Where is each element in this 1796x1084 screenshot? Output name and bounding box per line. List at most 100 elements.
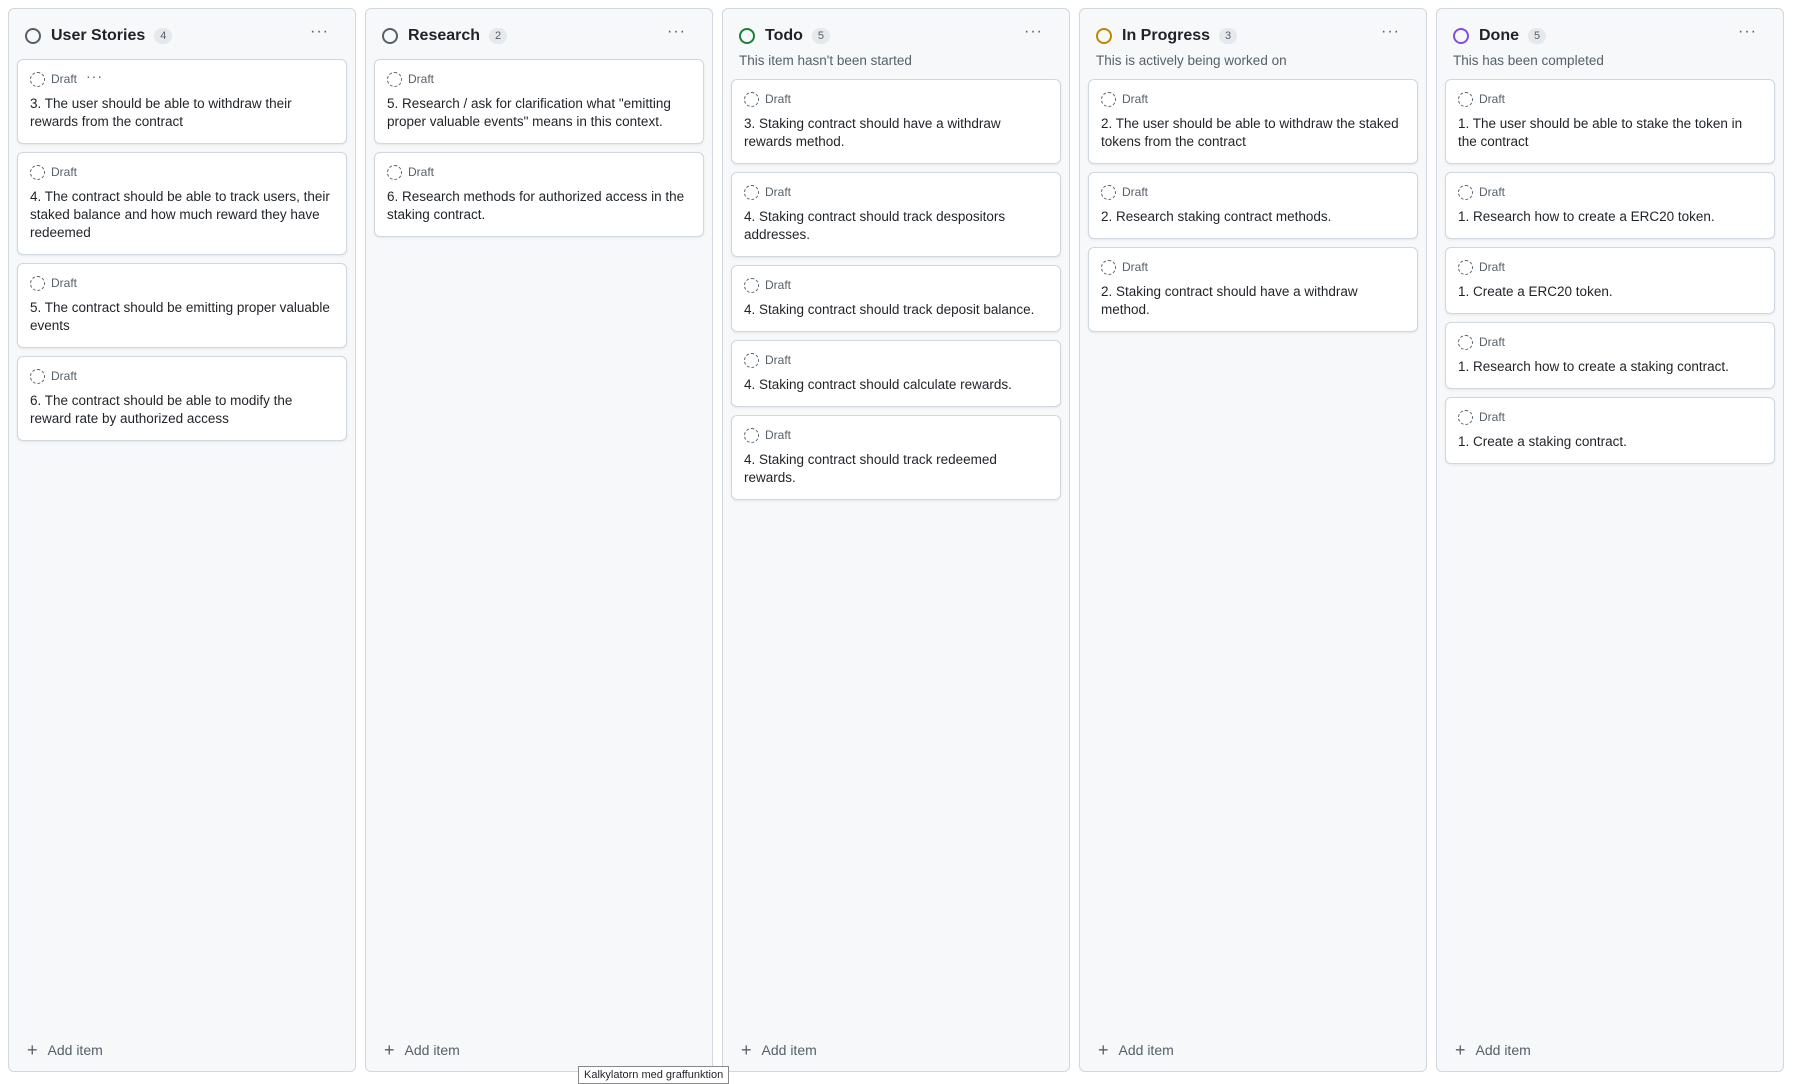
card[interactable]: Draft 5. Research / ask for clarificatio… [374,59,704,144]
add-item-label: Add item [47,1042,103,1058]
card-status: Draft [408,165,435,179]
card[interactable]: Draft 4. Staking contract should track d… [731,172,1061,257]
draft-icon [387,71,402,87]
column-menu-icon[interactable]: ··· [1738,24,1757,45]
card-title: 3. Staking contract should have a withdr… [744,116,1001,149]
card-title: 4. Staking contract should track desposi… [744,209,1006,242]
card-title: 2. The user should be able to withdraw t… [1101,116,1399,149]
column-header: User Stories 4 ··· [9,9,355,49]
plus-icon: + [1455,1040,1466,1060]
card-title: 6. Research methods for authorized acces… [387,189,685,222]
add-item-label: Add item [404,1042,460,1058]
card[interactable]: Draft 5. The contract should be emitting… [17,263,347,348]
column-menu-icon[interactable]: ··· [667,24,686,45]
column-menu-icon[interactable]: ··· [1024,24,1043,45]
card[interactable]: Draft 2. The user should be able to with… [1088,79,1418,164]
plus-icon: + [384,1040,395,1060]
card-status: Draft [51,276,78,290]
card-status: Draft [1479,335,1506,349]
draft-icon [1101,91,1116,107]
draft-icon [30,71,45,87]
card[interactable]: Draft 6. The contract should be able to … [17,356,347,441]
card[interactable]: Draft ··· 3. The user should be able to … [17,59,347,144]
tooltip: Kalkylatorn med graffunktion [578,1066,730,1084]
plus-icon: + [1098,1040,1109,1060]
card-title: 3. The user should be able to withdraw t… [30,96,292,129]
card-title: 2. Staking contract should have a withdr… [1101,284,1358,317]
card-status: Draft [51,72,78,86]
column-user-stories: User Stories 4 ··· Draft ··· 3. The user… [8,8,356,1072]
item-count-badge: 4 [154,28,173,44]
add-item-button[interactable]: + Add item [27,1041,103,1059]
add-item-button[interactable]: + Add item [1455,1041,1531,1059]
card-status: Draft [1479,185,1506,199]
card-title: 4. Staking contract should track deposit… [744,302,1035,317]
column-header: In Progress 3 ··· [1080,9,1426,49]
card-status: Draft [1122,92,1149,106]
card-list: Draft 5. Research / ask for clarificatio… [366,49,712,237]
card-title: 1. Create a staking contract. [1458,434,1627,449]
item-count-badge: 5 [1528,28,1547,44]
card-status: Draft [1479,260,1506,274]
status-circle-icon [1096,28,1112,44]
column-todo: Todo 5 ··· This item hasn't been started… [722,8,1070,1072]
card[interactable]: Draft 4. Staking contract should calcula… [731,340,1061,407]
status-circle-icon [25,28,41,44]
card-status: Draft [51,165,78,179]
card[interactable]: Draft 1. Research how to create a stakin… [1445,322,1775,389]
card-menu-icon[interactable]: ··· [86,69,103,86]
card[interactable]: Draft 1. Create a ERC20 token. [1445,247,1775,314]
card-title: 4. Staking contract should calculate rew… [744,377,1012,392]
card[interactable]: Draft 3. Staking contract should have a … [731,79,1061,164]
card[interactable]: Draft 4. The contract should be able to … [17,152,347,255]
card[interactable]: Draft 2. Research staking contract metho… [1088,172,1418,239]
status-circle-icon [739,28,755,44]
column-done: Done 5 ··· This has been completed Draft… [1436,8,1784,1072]
card[interactable]: Draft 1. The user should be able to stak… [1445,79,1775,164]
card-status: Draft [408,72,435,86]
card[interactable]: Draft 1. Create a staking contract. [1445,397,1775,464]
card-status: Draft [1479,410,1506,424]
add-item-button[interactable]: + Add item [741,1041,817,1059]
card-status: Draft [765,353,792,367]
draft-icon [1458,259,1473,275]
card-status: Draft [765,185,792,199]
card[interactable]: Draft 4. Staking contract should track d… [731,265,1061,332]
draft-icon [1458,409,1473,425]
draft-icon [744,184,759,200]
draft-icon [1101,184,1116,200]
column-header: Research 2 ··· [366,9,712,49]
card[interactable]: Draft 2. Staking contract should have a … [1088,247,1418,332]
card-title: 6. The contract should be able to modify… [30,393,293,426]
card-status: Draft [1479,92,1506,106]
card-title: 5. Research / ask for clarification what… [387,96,671,129]
add-item-label: Add item [761,1042,817,1058]
column-in-progress: In Progress 3 ··· This is actively being… [1079,8,1427,1072]
draft-icon [744,427,759,443]
card[interactable]: Draft 6. Research methods for authorized… [374,152,704,237]
card[interactable]: Draft 1. Research how to create a ERC20 … [1445,172,1775,239]
column-menu-icon[interactable]: ··· [1381,24,1400,45]
draft-icon [30,275,45,291]
add-item-button[interactable]: + Add item [1098,1041,1174,1059]
draft-icon [30,368,45,384]
draft-icon [744,352,759,368]
card-list: Draft 2. The user should be able to with… [1080,71,1426,332]
card-title: 1. Create a ERC20 token. [1458,284,1613,299]
card-status: Draft [1122,260,1149,274]
card-title: 4. Staking contract should track redeeme… [744,452,997,485]
column-research: Research 2 ··· Draft 5. Research / ask f… [365,8,713,1072]
card-title: 1. The user should be able to stake the … [1458,116,1743,149]
card[interactable]: Draft 4. Staking contract should track r… [731,415,1061,500]
add-item-button[interactable]: + Add item [384,1041,460,1059]
column-description: This item hasn't been started [739,53,912,68]
card-title: 5. The contract should be emitting prope… [30,300,330,333]
draft-icon [1458,184,1473,200]
column-menu-icon[interactable]: ··· [310,24,329,45]
draft-icon [1458,334,1473,350]
plus-icon: + [741,1040,752,1060]
status-circle-icon [1453,28,1469,44]
draft-icon [744,277,759,293]
item-count-badge: 2 [489,28,508,44]
column-title: User Stories [51,27,146,44]
